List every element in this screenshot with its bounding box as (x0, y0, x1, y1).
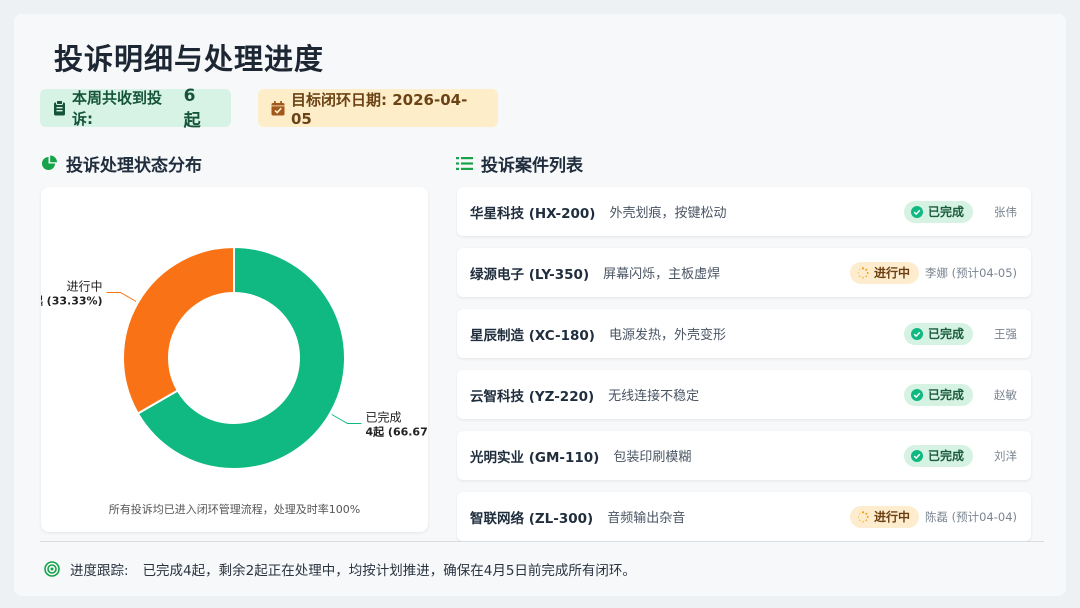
status-donut-chart: 已完成4起 (66.67%) 进行中2起 (33.33%) (41, 245, 428, 470)
status-badge: 已完成 (903, 322, 973, 345)
complaint-owner: 陈磊 (预计04-04) (924, 509, 1017, 524)
calendar-check-icon (271, 100, 285, 116)
complaint-row[interactable]: 星辰制造 (XC-180) 电源发热，外壳变形 已完成 王强 (457, 309, 1031, 358)
status-chart-card: 已完成4起 (66.67%) 进行中2起 (33.33%) 所有投诉均已进入闭环管… (41, 187, 428, 532)
complaint-owner: 赵敏 (994, 387, 1017, 402)
chart-footnote: 所有投诉均已进入闭环管理流程，处理及时率100% (108, 503, 361, 516)
check-circle-icon (910, 327, 923, 340)
donut-label-name: 进行中 (67, 279, 103, 294)
complaint-issue: 屏幕闪烁，主板虚焊 (603, 267, 721, 282)
pie-chart-icon (41, 155, 58, 172)
chart-section-title: 投诉处理状态分布 (66, 156, 202, 176)
donut-label-value: 2起 (33.33%) (41, 294, 103, 308)
complaint-row[interactable]: 绿源电子 (LY-350) 屏幕闪烁，主板虚焊 进行中 李娜 (预计04-05) (457, 248, 1031, 297)
status-text: 进行中 (873, 510, 910, 524)
complaint-issue: 音频输出杂音 (607, 511, 686, 526)
donut-label-line (331, 414, 362, 424)
page-title: 投诉明细与处理进度 (54, 42, 325, 76)
complaint-row[interactable]: 智联网络 (ZL-300) 音频输出杂音 进行中 陈磊 (预计04-04) (457, 492, 1031, 541)
donut-label-name: 已完成 (365, 410, 401, 425)
check-circle-icon (910, 205, 923, 218)
list-icon (456, 156, 473, 171)
status-text: 已完成 (927, 449, 964, 463)
complaint-row[interactable]: 华星科技 (HX-200) 外壳划痕，按键松动 已完成 张伟 (457, 187, 1031, 236)
donut-slice-in-progress[interactable] (122, 245, 235, 415)
clipboard-icon (53, 100, 66, 116)
footer-divider (40, 541, 1044, 542)
target-date-label: 目标闭环日期: 2026-04-05 (291, 90, 468, 128)
target-icon (44, 561, 60, 577)
status-text: 进行中 (873, 266, 910, 280)
complaint-company: 星辰制造 (XC-180) (470, 327, 595, 344)
complaint-company: 云智科技 (YZ-220) (470, 388, 595, 405)
spinner-icon (857, 266, 869, 279)
donut-label-value: 4起 (66.67%) (365, 425, 428, 439)
complaint-row[interactable]: 光明实业 (GM-110) 包装印刷模糊 已完成 刘洋 (457, 431, 1031, 480)
footer-label: 进度跟踪: (70, 563, 129, 579)
list-section-heading: 投诉案件列表 (456, 151, 583, 176)
weekly-count-label: 本周共收到投诉: (72, 89, 163, 128)
status-text: 已完成 (927, 205, 964, 219)
complaint-owner: 张伟 (994, 204, 1017, 219)
check-circle-icon (910, 388, 923, 401)
spinner-icon (857, 510, 869, 523)
complaint-issue: 外壳划痕，按键松动 (609, 206, 727, 221)
complaint-list: 华星科技 (HX-200) 外壳划痕，按键松动 已完成 张伟 绿源电子 (LY-… (456, 186, 1034, 542)
target-date-badge: 目标闭环日期: 2026-04-05 (258, 89, 498, 128)
slide: 投诉明细与处理进度 本周共收到投诉: 6 起 目标闭环日期: 2026-04-0… (14, 14, 1066, 596)
complaint-company: 光明实业 (GM-110) (470, 449, 600, 466)
complaint-issue: 包装印刷模糊 (613, 450, 692, 465)
progress-footer: 进度跟踪: 已完成4起，剩余2起正在处理中，均按计划推进，确保在4月5日前完成所… (44, 559, 636, 579)
check-circle-icon (910, 449, 923, 462)
donut-label-line (106, 292, 137, 302)
status-badge: 已完成 (903, 383, 973, 406)
weekly-count-badge: 本周共收到投诉: 6 起 (40, 86, 231, 131)
status-badge: 进行中 (849, 505, 919, 528)
complaint-company: 华星科技 (HX-200) (470, 205, 596, 222)
status-badge: 已完成 (903, 200, 973, 223)
status-text: 已完成 (927, 327, 964, 341)
weekly-count-value: 6 起 (183, 85, 201, 131)
complaint-row[interactable]: 云智科技 (YZ-220) 无线连接不稳定 已完成 赵敏 (457, 370, 1031, 419)
complaint-company: 智联网络 (ZL-300) (470, 510, 594, 527)
complaint-issue: 电源发热，外壳变形 (608, 328, 726, 343)
complaint-owner: 李娜 (预计04-05) (924, 265, 1017, 280)
status-badge: 已完成 (903, 444, 973, 467)
footer-text: 已完成4起，剩余2起正在处理中，均按计划推进，确保在4月5日前完成所有闭环。 (142, 563, 636, 579)
chart-section-heading: 投诉处理状态分布 (41, 151, 202, 176)
complaint-issue: 无线连接不稳定 (608, 389, 700, 404)
complaint-company: 绿源电子 (LY-350) (470, 266, 590, 283)
list-section-title: 投诉案件列表 (481, 156, 583, 176)
complaint-owner: 刘洋 (994, 448, 1017, 463)
status-text: 已完成 (927, 388, 964, 402)
complaint-owner: 王强 (994, 326, 1017, 341)
status-badge: 进行中 (849, 261, 919, 284)
